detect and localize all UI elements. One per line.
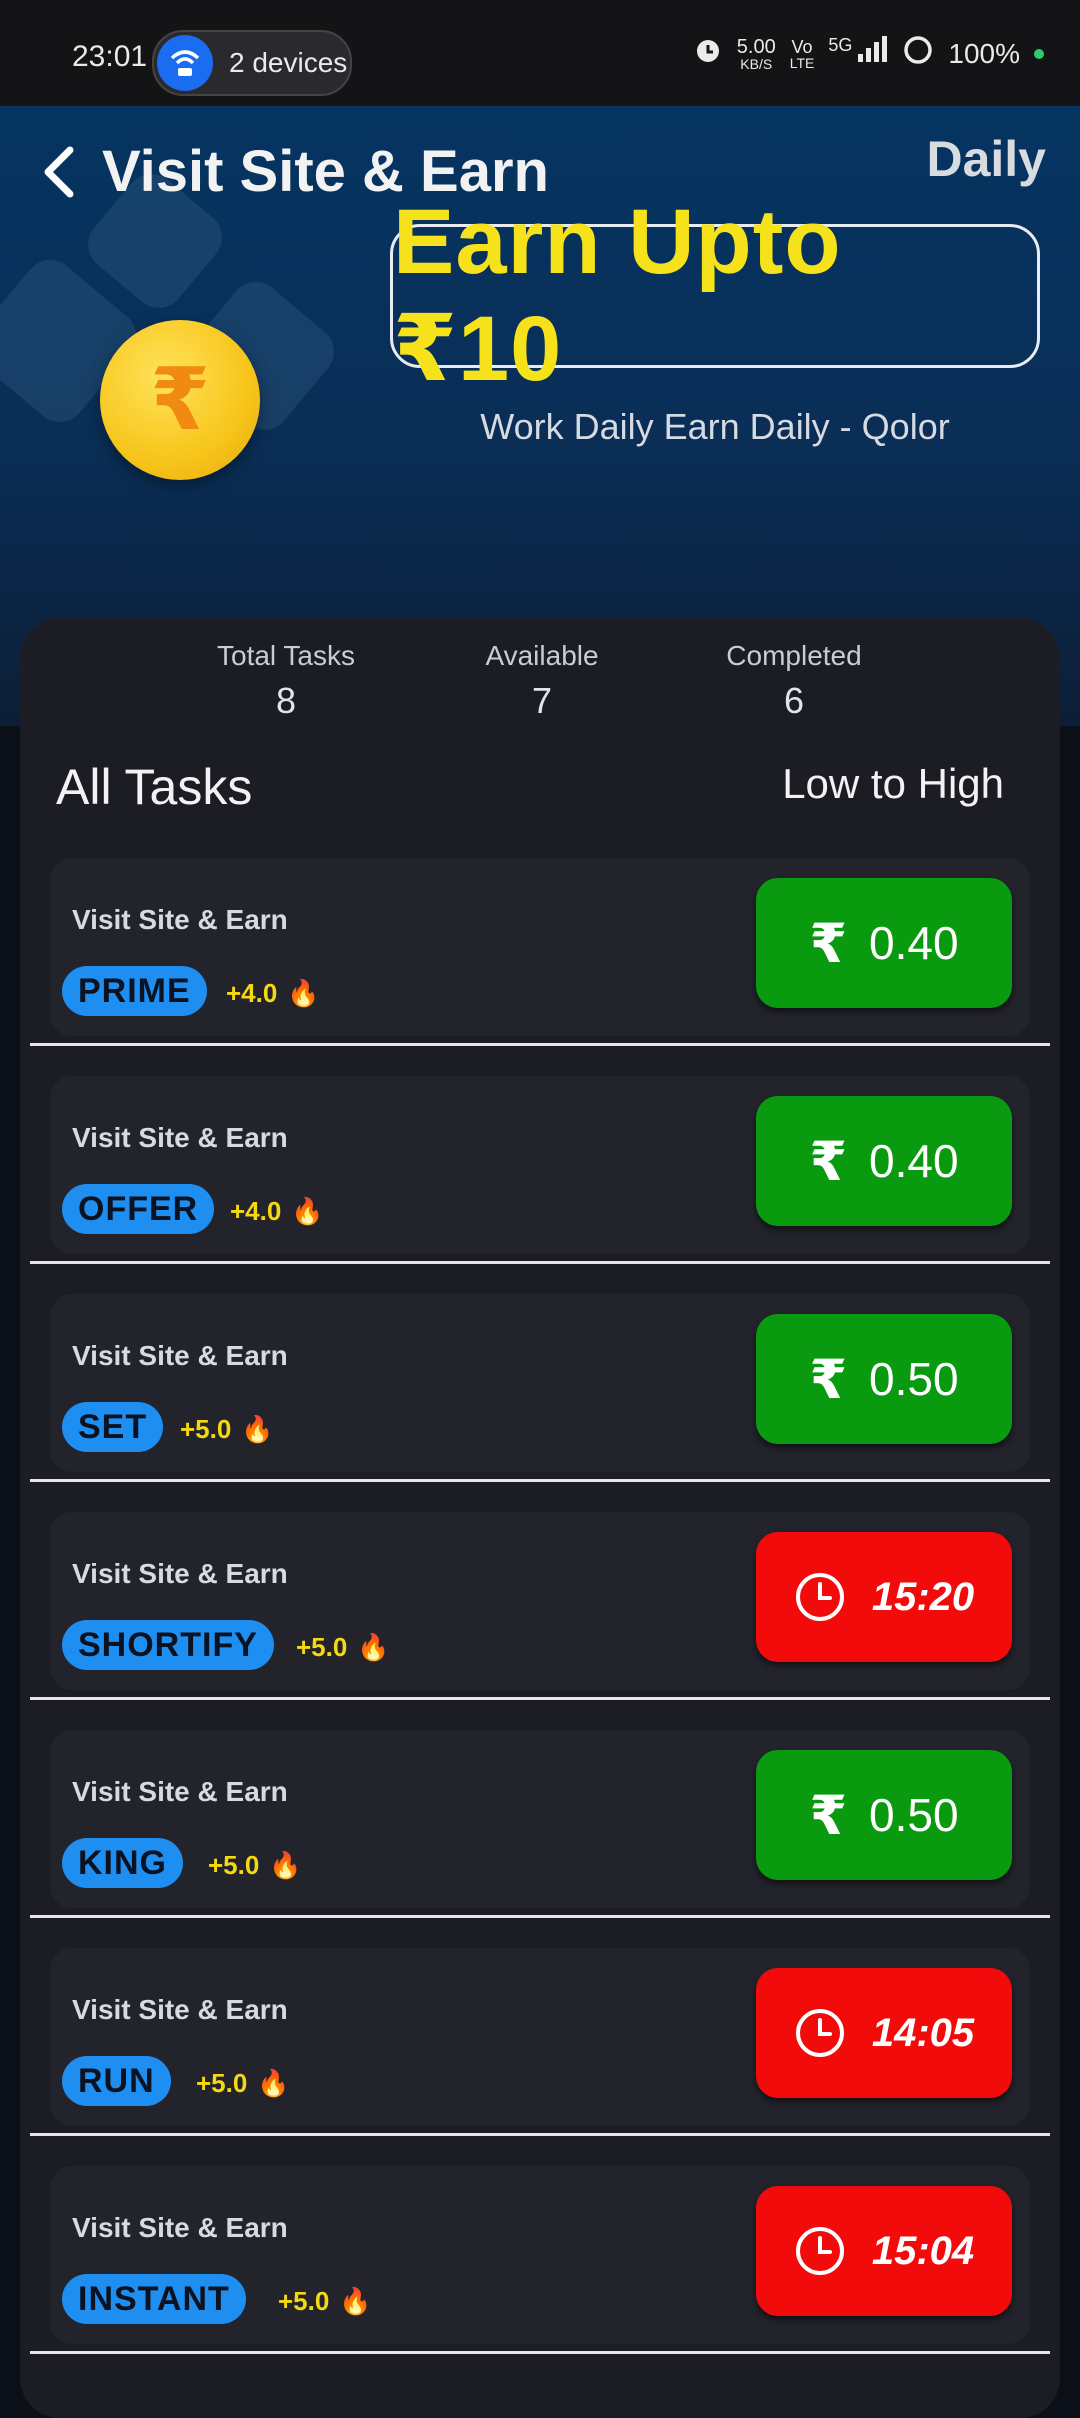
clock-icon [795, 2227, 844, 2275]
task-name: Visit Site & Earn [72, 1122, 288, 1153]
cooldown-timer-button[interactable]: 15:20 [756, 1532, 1012, 1662]
cooldown-timer-button[interactable]: 15:04 [756, 2186, 1012, 2316]
back-button[interactable] [30, 142, 90, 202]
task-tag-badge: OFFER [62, 1184, 215, 1234]
row-divider [30, 1043, 1050, 1046]
fire-icon: 🔥 [291, 1196, 324, 1226]
sort-toggle[interactable]: Low to High [782, 760, 1004, 808]
status-time: 23:01 [72, 40, 148, 73]
battery-percent: 100% [948, 37, 1020, 69]
cooldown-timer: 15:04 [871, 2228, 975, 2273]
task-bonus: +5.0 🔥 [208, 1850, 302, 1880]
fire-icon: 🔥 [339, 2286, 372, 2316]
task-bonus: +4.0 🔥 [230, 1196, 324, 1226]
cooldown-timer: 14:05 [871, 2010, 975, 2055]
period-label: Daily [926, 131, 1046, 187]
rupee-icon: ₹ [809, 1785, 848, 1846]
volte-indicator: Vo LTE [789, 36, 815, 71]
alarm-icon [693, 35, 723, 72]
privacy-dot [1034, 48, 1044, 59]
row-divider [30, 1915, 1050, 1918]
stat-available: Available 7 [485, 640, 599, 721]
task-row[interactable]: Visit Site & Earn PRIME +4.0 🔥 ₹0.40 [30, 858, 1050, 1046]
task-bonus: +5.0 🔥 [180, 1414, 274, 1444]
battery-icon [902, 34, 934, 73]
task-row[interactable]: Visit Site & Earn INSTANT +5.0 🔥 15:04 [30, 2166, 1050, 2354]
earn-button[interactable]: ₹0.50 [756, 1750, 1012, 1880]
fire-icon: 🔥 [257, 2068, 290, 2098]
back-arrow-icon [44, 146, 74, 198]
stat-total: Total Tasks 8 [217, 640, 355, 721]
earn-banner-text: Earn Upto ₹10 [393, 191, 842, 400]
task-tag-badge: INSTANT [62, 2274, 246, 2324]
task-name: Visit Site & Earn [72, 1776, 288, 1807]
earn-button[interactable]: ₹0.50 [756, 1314, 1012, 1444]
task-bonus: +4.0 🔥 [226, 978, 320, 1008]
task-bonus: +5.0 🔥 [278, 2286, 372, 2316]
rupee-icon: ₹ [809, 1349, 848, 1410]
hotspot-label: 2 devices [229, 47, 348, 78]
fire-icon: 🔥 [241, 1414, 274, 1444]
reward-amount: 0.50 [869, 1789, 959, 1841]
task-bonus: +5.0 🔥 [296, 1632, 390, 1662]
task-tag-badge: SHORTIFY [62, 1620, 274, 1670]
reward-amount: 0.40 [869, 1135, 959, 1187]
task-tag-badge: KING [62, 1838, 183, 1888]
task-bonus: +5.0 🔥 [196, 2068, 290, 2098]
fire-icon: 🔥 [357, 1632, 390, 1662]
row-divider [30, 1261, 1050, 1264]
task-name: Visit Site & Earn [72, 1558, 288, 1589]
status-icons: 5.00 KB/S Vo LTE 5G 100% [693, 34, 1044, 73]
rupee-icon: ₹ [809, 1131, 848, 1192]
status-bar: 23:01 2 devices 5.00 KB/S Vo LTE 5G 100% [0, 0, 1080, 106]
earn-button[interactable]: ₹0.40 [756, 1096, 1012, 1226]
task-row[interactable]: Visit Site & Earn OFFER +4.0 🔥 ₹0.40 [30, 1076, 1050, 1264]
cooldown-timer: 15:20 [871, 1574, 975, 1619]
network-type: 5G [828, 35, 853, 55]
clock-icon [795, 1573, 844, 1621]
task-tag-badge: SET [62, 1402, 164, 1452]
task-row[interactable]: Visit Site & Earn SHORTIFY +5.0 🔥 15:20 [30, 1512, 1050, 1700]
reward-amount: 0.40 [869, 917, 959, 969]
row-divider [30, 1697, 1050, 1700]
rupee-icon: ₹ [809, 913, 848, 974]
earn-banner: Earn Upto ₹10 [390, 191, 1040, 400]
tasks-panel: Total Tasks 8 Available 7 Completed 6 Al… [20, 618, 1060, 2418]
task-tag-badge: PRIME [62, 966, 207, 1016]
fire-icon: 🔥 [287, 978, 320, 1008]
task-tag-badge: RUN [62, 2056, 171, 2106]
row-divider [30, 2351, 1050, 2354]
signal-icon [856, 36, 888, 71]
task-name: Visit Site & Earn [72, 904, 288, 935]
fire-icon: 🔥 [269, 1850, 302, 1880]
task-row[interactable]: Visit Site & Earn KING +5.0 🔥 ₹0.50 [30, 1730, 1050, 1918]
all-tasks-heading: All Tasks [56, 759, 253, 815]
row-divider [30, 1479, 1050, 1482]
cooldown-timer-button[interactable]: 14:05 [756, 1968, 1012, 2098]
hotspot-pill[interactable]: 2 devices [152, 30, 352, 96]
net-speed: 5.00 KB/S [736, 35, 776, 72]
task-row[interactable]: Visit Site & Earn RUN +5.0 🔥 14:05 [30, 1948, 1050, 2136]
task-name: Visit Site & Earn [72, 1994, 288, 2025]
task-name: Visit Site & Earn [72, 2212, 288, 2243]
rupee-coin-icon: ₹ [100, 320, 260, 480]
task-row[interactable]: Visit Site & Earn SET +5.0 🔥 ₹0.50 [30, 1294, 1050, 1482]
reward-amount: 0.50 [869, 1353, 959, 1405]
clock-icon [795, 2009, 844, 2057]
tagline: Work Daily Earn Daily - Qolor [480, 406, 950, 447]
task-name: Visit Site & Earn [72, 1340, 288, 1371]
row-divider [30, 2133, 1050, 2136]
earn-button[interactable]: ₹0.40 [756, 878, 1012, 1008]
stat-completed: Completed 6 [726, 640, 862, 721]
hotspot-icon [157, 35, 213, 91]
